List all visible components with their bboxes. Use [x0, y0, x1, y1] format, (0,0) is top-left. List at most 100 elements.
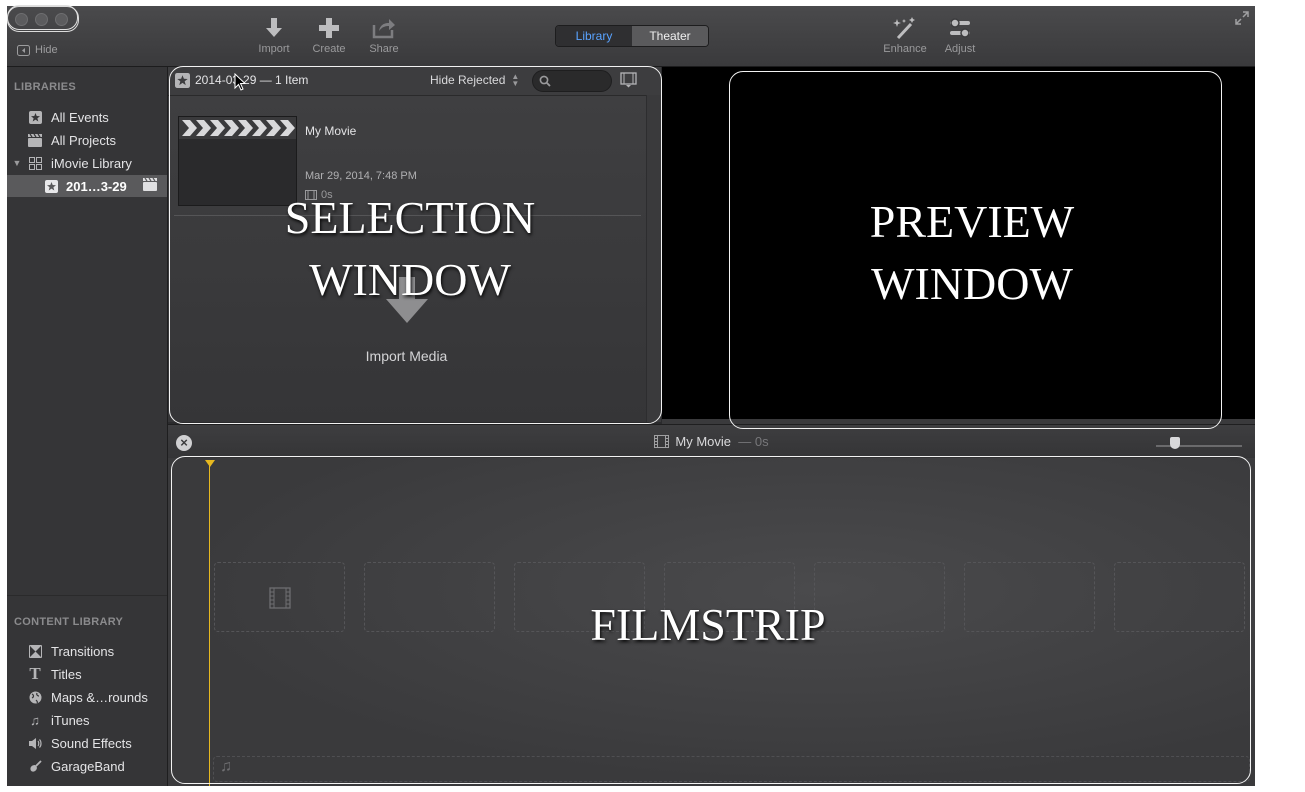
clapper-icon: [143, 177, 157, 194]
hide-sidebar-icon: [17, 44, 30, 56]
hide-rejected-dropdown[interactable]: Hide Rejected ▲ ▼: [430, 72, 520, 88]
event-title: 2014-03-29 — 1 Item: [195, 73, 309, 87]
import-label: Import: [258, 43, 290, 55]
zoom-slider-knob[interactable]: [1170, 437, 1180, 449]
grid-icon: [27, 155, 43, 171]
sidebar-item-label: GarageBand: [51, 758, 125, 774]
zoom-slider-track[interactable]: [1156, 445, 1242, 447]
share-button[interactable]: Share: [354, 16, 414, 55]
disclosure-triangle-icon[interactable]: ▼: [7, 158, 27, 168]
timeline-gutter: [168, 458, 208, 786]
sidebar-item-all-projects[interactable]: All Projects: [7, 129, 167, 151]
clip-placeholder: [364, 562, 495, 632]
hide-rejected-label: Hide Rejected: [430, 73, 506, 87]
star-icon: [175, 73, 190, 93]
sidebar-item-label: 201…3-29: [66, 178, 127, 194]
import-media-button[interactable]: Import Media: [168, 348, 645, 364]
toolbar: Hide Import Create Share Library Theater…: [7, 6, 1255, 67]
sidebar-item-maps-backgrounds[interactable]: Maps &…rounds: [7, 686, 167, 708]
sidebar-item-label: Sound Effects: [51, 735, 132, 751]
sidebar-item-event-2014-03-29[interactable]: 201…3-29: [7, 175, 167, 197]
libraries-sidebar: LIBRARIES All Events All Projects ▼ iMov…: [7, 67, 168, 786]
plus-icon: [319, 18, 339, 38]
clip-placeholder: [964, 562, 1095, 632]
updown-arrow-icon: ▲ ▼: [511, 72, 520, 88]
clapperboard-stripes-icon: [179, 117, 296, 139]
clip-placeholder: [1114, 562, 1245, 632]
adjust-label: Adjust: [944, 43, 976, 55]
sidebar-item-sound-effects[interactable]: Sound Effects: [7, 732, 167, 754]
adjust-button[interactable]: Adjust: [930, 16, 990, 55]
libraries-header: LIBRARIES: [14, 81, 76, 93]
magic-wand-icon: [893, 17, 915, 40]
speaker-icon: [27, 735, 43, 751]
clip-placeholder: [214, 562, 345, 632]
clip-title: My Movie: [305, 124, 357, 138]
transitions-icon: [27, 643, 43, 659]
titles-icon: T: [29, 664, 41, 683]
sidebar-item-label: iTunes: [51, 712, 90, 728]
import-button[interactable]: Import: [244, 16, 304, 55]
sidebar-item-garageband[interactable]: GarageBand: [7, 755, 167, 777]
library-theater-toggle: Library Theater: [555, 25, 709, 47]
browser-scrollbar[interactable]: [646, 95, 661, 422]
search-icon: [539, 75, 551, 87]
project-timeline: ♫: [168, 458, 1255, 786]
close-window-button[interactable]: [15, 13, 28, 26]
sidebar-item-label: Titles: [51, 666, 82, 682]
project-title-text: My Movie: [675, 434, 732, 449]
content-library-header: CONTENT LIBRARY: [14, 616, 124, 628]
search-field[interactable]: [532, 70, 612, 92]
sidebar-item-itunes[interactable]: ♫ iTunes: [7, 709, 167, 731]
enhance-button[interactable]: Enhance: [875, 16, 935, 55]
minimize-window-button[interactable]: [35, 13, 48, 26]
hide-label: Hide: [35, 44, 58, 56]
sidebar-item-label: Transitions: [51, 643, 115, 659]
clip-placeholder: [664, 562, 795, 632]
timeline-header: × My Movie — 0s: [168, 424, 1255, 460]
playhead-handle[interactable]: [205, 460, 215, 467]
imovie-window: Hide Import Create Share Library Theater…: [7, 6, 1255, 786]
sidebar-item-label: All Events: [51, 109, 109, 125]
audio-track-placeholder: [213, 756, 1250, 782]
share-label: Share: [369, 43, 399, 55]
fullscreen-icon[interactable]: [1235, 11, 1249, 25]
sidebar-item-imovie-library[interactable]: ▼ iMovie Library: [7, 152, 167, 174]
import-arrow-icon: [266, 18, 282, 37]
clip-duration-value: 0s: [321, 189, 333, 201]
sidebar-divider: [7, 595, 167, 596]
sidebar-item-label: All Projects: [51, 132, 117, 148]
movie-clip-thumbnail[interactable]: [178, 116, 297, 206]
hide-libraries-button[interactable]: Hide: [17, 44, 58, 56]
film-icon: [305, 190, 317, 200]
sidebar-item-all-events[interactable]: All Events: [7, 106, 167, 128]
project-title: My Movie — 0s: [168, 434, 1255, 449]
guitar-icon: [27, 758, 43, 774]
clip-placeholder: [514, 562, 645, 632]
create-label: Create: [312, 43, 346, 55]
sidebar-item-label: Maps &…rounds: [51, 689, 148, 705]
enhance-label: Enhance: [883, 43, 927, 55]
clip-appearance-icon[interactable]: [620, 72, 637, 88]
adjust-sliders-icon: [950, 18, 970, 38]
event-browser: 2014-03-29 — 1 Item Hide Rejected ▲ ▼ My…: [168, 67, 661, 422]
film-icon: [654, 435, 670, 448]
playhead[interactable]: [209, 462, 210, 786]
music-note-icon: ♫: [30, 712, 40, 728]
create-button[interactable]: Create: [299, 16, 359, 55]
theater-segment[interactable]: Theater: [632, 26, 708, 46]
library-segment[interactable]: Library: [556, 26, 632, 46]
clip-placeholder: [814, 562, 945, 632]
sidebar-item-titles[interactable]: T Titles: [7, 663, 167, 685]
sidebar-item-transitions[interactable]: Transitions: [7, 640, 167, 662]
zoom-window-button[interactable]: [55, 13, 68, 26]
browser-separator: [174, 215, 641, 216]
traffic-lights: [7, 6, 79, 32]
globe-icon: [27, 689, 43, 705]
clapper-icon: [27, 132, 43, 148]
clip-duration: 0s: [305, 189, 333, 201]
mouse-cursor-icon: [234, 73, 246, 91]
film-icon: [269, 587, 291, 609]
music-note-icon: ♫: [220, 758, 232, 775]
import-arrow-icon: [386, 277, 428, 323]
